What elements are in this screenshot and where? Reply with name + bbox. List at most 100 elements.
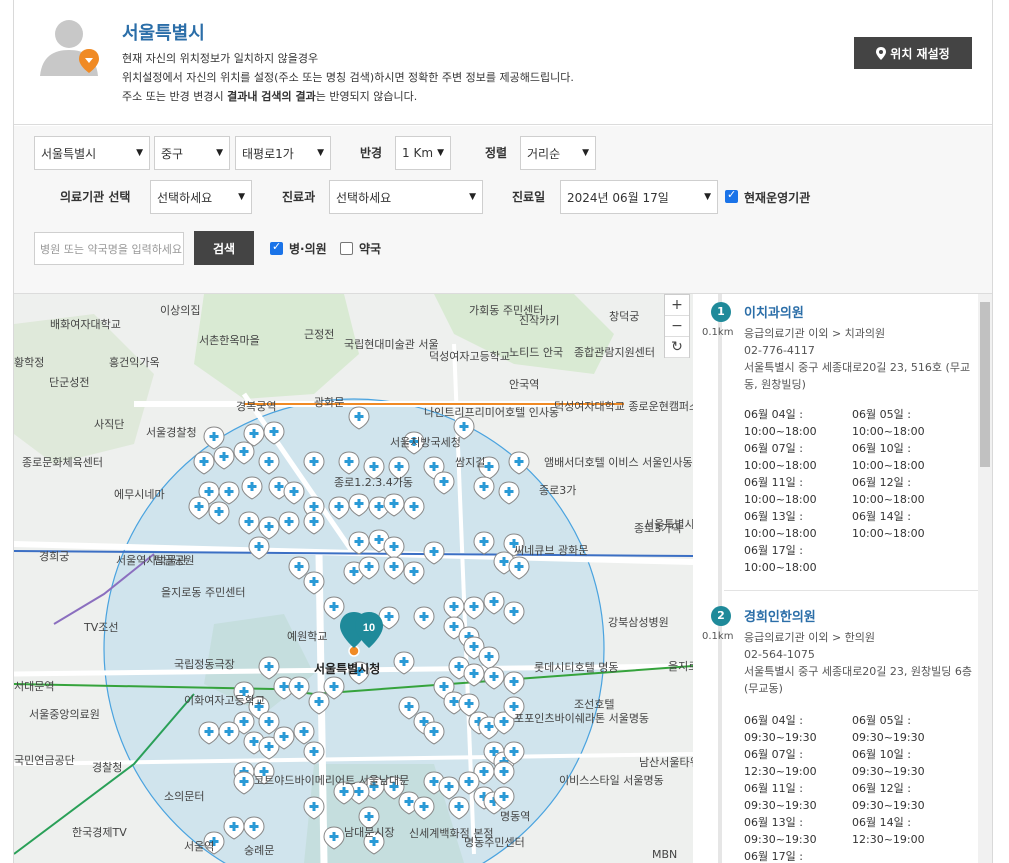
map-place-label: 이화여자고등학교 bbox=[184, 694, 265, 707]
results-scroll-thumb[interactable] bbox=[980, 302, 990, 467]
map-place-label: 종로문화체육센터 bbox=[22, 456, 103, 469]
hours-entry: 06월 11일 : bbox=[744, 782, 803, 795]
open-now-checkbox[interactable] bbox=[725, 188, 738, 203]
hours-entry: 10:00~18:00 bbox=[744, 493, 817, 506]
sort-select[interactable]: 거리순 ▼ bbox=[520, 136, 596, 170]
facility-label: 의료기관 선택 bbox=[60, 190, 131, 204]
search-button[interactable]: 검색 bbox=[194, 231, 254, 265]
notice-bold: 결과내 검색의 결과 bbox=[227, 90, 316, 103]
dong-select-value: 태평로1가 bbox=[242, 146, 294, 161]
result-item[interactable]: 2 0.1km 경희인한의원 응급의료기관 이외 > 한의원 02-564-10… bbox=[694, 600, 978, 863]
map-place-label: 배화여자대학교 bbox=[50, 318, 121, 331]
hours-column: 06월 04일 : 10:00~18:00 06월 07일 : 10:00~18:00… bbox=[744, 406, 852, 576]
district-select[interactable]: 중구 ▼ bbox=[154, 136, 230, 170]
result-number: 1 bbox=[711, 302, 731, 322]
hospital-checkbox[interactable] bbox=[270, 240, 283, 255]
map-place-label: 에무시네마 bbox=[114, 488, 165, 501]
pharmacy-checkbox[interactable] bbox=[340, 242, 353, 255]
hours-entry: 06월 04일 : bbox=[744, 714, 803, 727]
chevron-down-icon: ▼ bbox=[136, 148, 143, 158]
hospital-label: 병·의원 bbox=[289, 242, 327, 256]
map-place-label: 근정전 bbox=[304, 328, 335, 341]
map-place-label: 서울지방국세청 bbox=[390, 436, 461, 449]
map-place-label: 종로3가 bbox=[539, 484, 577, 497]
hours-entry: 10:00~18:00 bbox=[852, 425, 925, 438]
notice-text: 주소 또는 반경 변경시 bbox=[122, 90, 228, 103]
sort-select-value: 거리순 bbox=[527, 146, 561, 161]
result-name[interactable]: 이치과의원 bbox=[744, 302, 804, 321]
pharmacy-label: 약국 bbox=[359, 242, 382, 256]
radius-select-value: 1 Km bbox=[402, 146, 434, 160]
map-place-label: 앰배서더호텔 이비스 서울인사동 bbox=[544, 456, 693, 469]
map-place-label: 경복궁역 bbox=[236, 400, 277, 413]
hours-entry: 06월 10일 : bbox=[852, 442, 911, 455]
chevron-down-icon: ▼ bbox=[469, 192, 476, 202]
hours-column: 06월 04일 : 09:30~19:30 06월 07일 : 12:30~19:00… bbox=[744, 712, 852, 863]
zoom-out-button[interactable]: − bbox=[665, 316, 689, 337]
zoom-reset-button[interactable]: ↻ bbox=[665, 337, 689, 358]
hours-entry: 06월 13일 : bbox=[744, 816, 803, 829]
city-select-value: 서울특별시 bbox=[41, 146, 97, 161]
map-place-label: 롯데시티호텔 명동 bbox=[534, 661, 619, 674]
hours-entry: 06월 12일 : bbox=[852, 782, 911, 795]
chevron-down-icon: ▼ bbox=[437, 148, 444, 158]
result-item[interactable]: 1 0.1km 이치과의원 응급의료기관 이외 > 치과의원 02-776-41… bbox=[694, 294, 978, 590]
hours-entry: 12:30~19:00 bbox=[744, 765, 817, 778]
map-pin-icon bbox=[876, 46, 887, 60]
date-select[interactable]: 2024년 06월 17일 ▼ bbox=[560, 180, 718, 214]
chevron-down-icon: ▼ bbox=[582, 148, 589, 158]
dong-select[interactable]: 태평로1가 ▼ bbox=[235, 136, 331, 170]
search-filters: 서울특별시 ▼ 중구 ▼ 태평로1가 ▼ 반경 1 Km ▼ 정렬 거리순 ▼ 의료기관 … bbox=[14, 126, 992, 294]
zoom-in-button[interactable]: + bbox=[665, 295, 689, 316]
map-place-label: 남대문시장 bbox=[344, 826, 395, 839]
hours-entry: 06월 05일 : bbox=[852, 714, 911, 727]
map-place-label: 덕성여자대학교 종로운현캠퍼스 bbox=[554, 400, 693, 413]
hours-entry: 10:00~18:00 bbox=[744, 425, 817, 438]
map-place-label: 나인트리프리미어호텔 인사동 bbox=[424, 406, 560, 419]
map-place-label: 이상의집 bbox=[160, 304, 201, 317]
hours-entry: 06월 10일 : bbox=[852, 748, 911, 761]
map-place-label: MBN bbox=[652, 848, 678, 861]
open-now-label: 현재운영기관 bbox=[744, 191, 811, 205]
map-place-label: 탑골공원 bbox=[154, 554, 195, 567]
dept-select[interactable]: 선택하세요 ▼ bbox=[329, 180, 483, 214]
notice-line: 주소 또는 반경 변경시 결과내 검색의 결과는 반영되지 않습니다. bbox=[122, 87, 574, 106]
result-phone: 02-776-4117 bbox=[744, 344, 815, 357]
map-place-label: 홍건익가옥 bbox=[109, 356, 160, 369]
facility-select[interactable]: 선택하세요 ▼ bbox=[150, 180, 252, 214]
chevron-down-icon: ▼ bbox=[704, 192, 711, 202]
map-place-label: 국민연금공단 bbox=[14, 754, 75, 767]
result-category: 응급의료기관 이외 > 한의원 bbox=[744, 631, 876, 644]
hours-entry: 06월 05일 : bbox=[852, 408, 911, 421]
map-place-label: TV조선 bbox=[84, 621, 119, 634]
hours-entry: 06월 12일 : bbox=[852, 476, 911, 489]
city-select[interactable]: 서울특별시 ▼ bbox=[34, 136, 150, 170]
radius-select[interactable]: 1 Km ▼ bbox=[395, 136, 451, 170]
hours-entry: 10:00~18:00 bbox=[744, 527, 817, 540]
hours-entry: 10:00~18:00 bbox=[852, 459, 925, 472]
hours-entry: 06월 14일 : bbox=[852, 510, 911, 523]
map-place-label: 종로1.2.3.4가동 bbox=[334, 476, 413, 489]
map-place-label: 포포인츠바이쉐라톤 서울명동 bbox=[514, 712, 650, 725]
hours-entry: 06월 07일 : bbox=[744, 442, 803, 455]
map-place-label: 국립현대미술관 서울 bbox=[344, 338, 439, 351]
notice-line: 현재 자신의 위치정보가 일치하지 않을경우 bbox=[122, 52, 319, 65]
map-place-label: 종로3가역 bbox=[634, 522, 682, 535]
chevron-down-icon: ▼ bbox=[216, 148, 223, 158]
zoom-controls: + − ↻ bbox=[664, 294, 690, 358]
map-place-label: 경찰청 bbox=[92, 761, 123, 774]
hours-column: 06월 05일 : 10:00~18:00 06월 10일 : 10:00~18:00… bbox=[852, 406, 960, 542]
hours-entry: 09:30~19:30 bbox=[744, 731, 817, 744]
search-input[interactable]: 병원 또는 약국명을 입력하세요 bbox=[34, 232, 184, 265]
notice-text: 는 반영되지 않습니다. bbox=[315, 90, 418, 103]
cluster-count[interactable]: 10 bbox=[363, 622, 375, 634]
map-view[interactable]: 10 이상의집 배화여자대학교 서촌한옥마을 근정전 국립현대미술관 서울 덕성여자고등학… bbox=[14, 294, 693, 863]
map-place-label: 강북삼성병원 bbox=[608, 616, 669, 629]
result-number: 2 bbox=[711, 606, 731, 626]
map-place-label: 창덕궁 bbox=[609, 310, 640, 323]
map-place-label: 경희궁 bbox=[39, 550, 70, 563]
map-place-label: 광화문 bbox=[314, 396, 345, 409]
result-name[interactable]: 경희인한의원 bbox=[744, 606, 816, 625]
reset-location-button[interactable]: 위치 재설정 bbox=[854, 37, 972, 69]
result-distance: 0.1km bbox=[702, 631, 734, 642]
